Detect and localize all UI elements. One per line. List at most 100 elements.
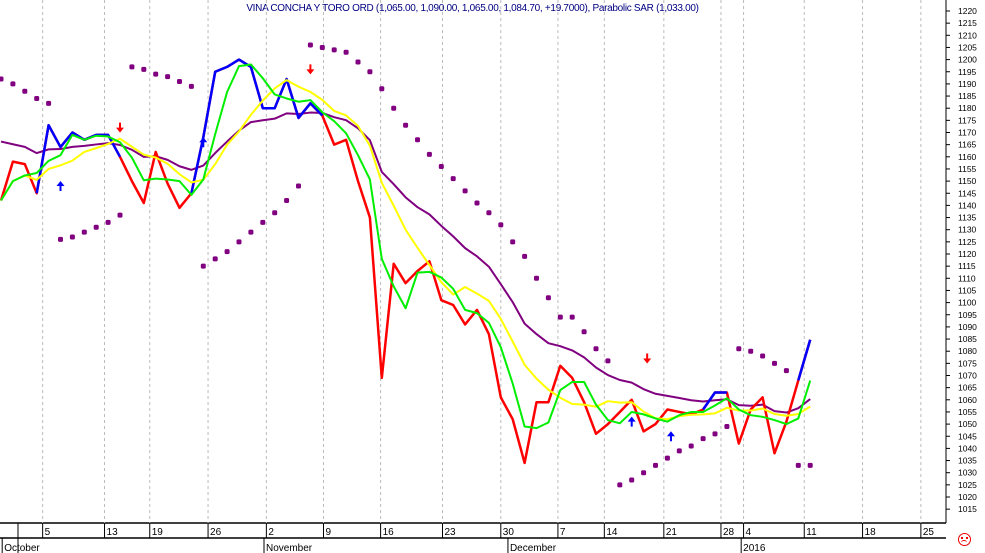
sar-dot [379,86,385,92]
y-tick-label: 1035 [958,456,977,466]
y-tick-label: 1105 [958,285,977,295]
sar-dot [93,224,99,230]
sar-dot [534,275,539,281]
y-tick-label: 1095 [958,310,977,320]
day-tick-label: 26 [210,527,222,538]
sar-dot [46,100,52,106]
sar-dot [34,95,40,101]
month-label: 2016 [743,543,766,553]
sar-dot [117,212,123,218]
y-tick-label: 1210 [958,30,977,40]
day-tick-label: 21 [666,527,678,538]
sar-dot [748,348,754,354]
y-tick-label: 1165 [958,140,977,150]
month-label: December [510,543,557,553]
sar-dot [772,360,777,366]
sar-dot [724,424,730,430]
sar-dot [807,462,813,468]
day-tick-label: 2 [268,527,274,538]
day-tick-label: 18 [865,527,877,538]
sar-dot [712,431,718,437]
sar-dot [319,44,325,50]
y-tick-label: 1145 [958,188,977,198]
sar-dot [438,164,444,170]
y-tick-label: 1180 [958,103,977,113]
y-tick-label: 1070 [958,371,977,381]
sell-arrow-icon [643,353,652,364]
day-tick-label: 13 [107,527,119,538]
day-tick-label: 11 [806,527,817,538]
sar-dot [522,253,528,259]
sar-dot [0,76,4,82]
sar-dot [141,66,147,72]
y-tick-label: 1140 [958,200,977,210]
y-tick-label: 1190 [958,79,977,89]
day-tick-label: 5 [45,527,51,538]
sar-dot [510,239,516,245]
sar-dot [58,236,63,242]
sar-dot [653,462,658,468]
y-tick-label: 1185 [958,91,977,101]
y-tick-label: 1075 [958,358,977,368]
sar-dot [664,455,670,461]
sar-dot [153,71,159,77]
sar-dot [10,81,16,87]
day-tick-label: 30 [503,527,515,538]
sar-dot [593,346,599,352]
month-label: October [4,543,40,553]
sar-dot [105,219,111,225]
sar-dot [307,42,313,48]
month-label: November [266,543,313,553]
sell-arrow-icon [306,64,315,75]
y-tick-label: 1030 [958,468,977,478]
y-tick-label: 1015 [958,504,977,514]
long-moving-average-line [0,111,811,414]
sar-dot [165,74,171,80]
y-tick-label: 1135 [958,213,977,223]
y-tick-label: 1025 [958,480,977,490]
sar-dot [700,436,706,442]
sar-dot [486,210,492,216]
buy-arrow-icon [627,416,636,427]
sar-dot [22,88,28,94]
price-chart: 5 13 19 26 2 9 16 23 30 7 14 21 28 4 11 18 25 October Nove… [0,0,977,553]
sar-dot [367,69,373,75]
buy-arrow-icon [56,180,65,191]
sar-dot [403,122,409,128]
close-price-uptrend-segment [35,123,122,194]
sar-dot [569,314,575,320]
sar-dot [260,219,266,225]
y-tick-label: 1085 [958,334,977,344]
sar-dot [736,346,742,352]
y-tick-label: 1120 [958,249,977,259]
day-tick-label: 16 [383,527,395,538]
sar-dot [557,314,563,320]
y-tick-label: 1050 [958,419,977,429]
day-tick-label: 14 [606,527,618,538]
y-tick-label: 1160 [958,152,977,162]
day-tick-label: 23 [444,527,456,538]
y-tick-label: 1065 [958,383,977,393]
y-tick-label: 1215 [958,18,977,28]
sar-dot [462,188,468,194]
sar-dot [426,151,432,157]
sar-dot [641,470,647,476]
y-tick-label: 1220 [958,6,977,16]
sar-dot [236,239,242,245]
sar-dot [212,256,218,262]
y-tick-label: 1115 [958,261,976,271]
sar-dot [331,47,337,53]
sar-dot [200,263,206,269]
day-tick-label: 4 [746,527,752,538]
sar-dot [629,477,635,483]
sar-dot [795,462,801,468]
y-tick-label: 1150 [958,176,977,186]
y-tick-label: 1110 [958,273,976,283]
sar-dot [545,295,551,301]
y-tick-label: 1040 [958,443,977,453]
sar-dot [81,229,87,235]
sar-dot [415,137,420,143]
sar-dot [272,210,278,216]
sar-dot [760,353,766,359]
y-tick-label: 1020 [958,492,977,502]
